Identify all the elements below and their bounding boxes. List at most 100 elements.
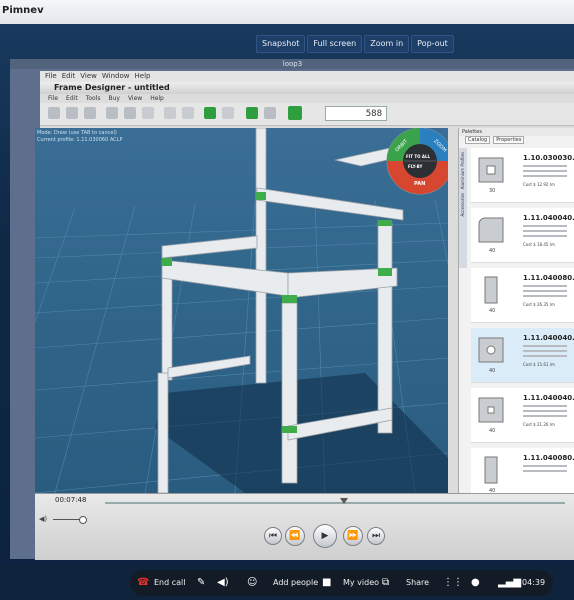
designer-title: Frame Designer - untitled <box>40 82 574 94</box>
buy-icon[interactable] <box>288 106 302 120</box>
profile-code: 1.10.030030.4 <box>523 154 574 162</box>
profile-item[interactable]: 1.11.040040.2 Cost $ 18.45 /m 40 <box>471 208 574 263</box>
add-people-icon[interactable]: ☺ <box>247 577 257 588</box>
media-player-controls: 00:07:48 ◀) ⏮ ⏪ ▶ ⏩ ⏭ <box>35 493 574 560</box>
fullscreen-button[interactable]: Full screen <box>307 35 363 53</box>
skip-back-icon[interactable]: ⏮ <box>264 527 282 545</box>
menu-help[interactable]: Help <box>150 95 164 102</box>
profile-code: 1.11.040040.4 <box>523 334 574 342</box>
end-call-icon[interactable]: ☎ <box>137 577 149 588</box>
app-menu-edit[interactable]: Edit <box>62 72 76 80</box>
profile-cost: Cost $ 18.45 /m <box>523 242 555 247</box>
price-display: 588 <box>325 106 387 121</box>
app-menu-file[interactable]: File <box>45 72 57 80</box>
palette-vertical-tabs: Aluminium Profiles Accessories <box>459 148 467 268</box>
video-camera-icon[interactable]: ■ <box>322 577 331 588</box>
signal-icon: ▂▄▆ <box>498 577 522 588</box>
volume-knob[interactable] <box>79 516 87 524</box>
profile-cost: Cost $ 15.61 /m <box>523 362 555 367</box>
app-menu-view[interactable]: View <box>80 72 97 80</box>
seek-thumb[interactable] <box>340 498 348 504</box>
app-menu-help[interactable]: Help <box>135 72 151 80</box>
edit-icon[interactable] <box>182 107 194 119</box>
designer-menu: File Edit Tools Buy View Help <box>40 94 574 103</box>
profile-dimension: 40 <box>489 248 496 254</box>
playback-time: 00:07:48 <box>55 496 87 504</box>
redo-icon[interactable] <box>222 107 234 119</box>
copy-icon[interactable] <box>66 107 78 119</box>
profile-item-selected[interactable]: 1.11.040040.4 Cost $ 15.61 /m 40 <box>471 328 574 383</box>
pop-out-button[interactable]: Pop-out <box>411 35 454 53</box>
share-screen-icon[interactable]: ⧉ <box>382 577 389 588</box>
menu-file[interactable]: File <box>48 95 58 102</box>
menu-tools[interactable]: Tools <box>86 95 101 102</box>
menu-edit[interactable]: Edit <box>66 95 78 102</box>
nav-wheel-pan[interactable]: PAN <box>414 181 425 187</box>
app-menu-window[interactable]: Window <box>102 72 130 80</box>
volume-slider[interactable] <box>53 519 81 520</box>
profile-dimension: 40 <box>489 368 496 374</box>
volume-icon[interactable]: ◀) <box>39 515 47 523</box>
profile-thumbnail <box>478 397 504 423</box>
dialpad-icon[interactable]: ⋮⋮ <box>443 577 463 588</box>
rewind-icon[interactable]: ⏪ <box>285 526 305 546</box>
shared-window-title: loop3 <box>10 59 574 69</box>
viewport-hint: Mode: Draw (use TAB to cancel) Current p… <box>37 130 122 144</box>
tab-catalog[interactable]: Catalog <box>465 136 491 144</box>
snapshot-button[interactable]: Snapshot <box>256 35 306 53</box>
tab-properties[interactable]: Properties <box>493 136 525 144</box>
profile-cost: Cost $ 26.35 /m <box>523 302 555 307</box>
palette-tabs: Catalog Properties <box>459 136 574 144</box>
call-duration: 04:39 <box>522 578 546 587</box>
profile-dimension: 40 <box>489 428 496 434</box>
app-menu-bar: File Edit View Window Help <box>40 71 574 82</box>
profile-cost: Cost $ 12.92 /m <box>523 182 555 187</box>
zoom-in-button[interactable]: Zoom in <box>364 35 410 53</box>
nav-wheel-flyby[interactable]: FLY-BY <box>408 164 422 169</box>
3d-viewport[interactable]: Mode: Draw (use TAB to cancel) Current p… <box>35 128 448 493</box>
undo-icon[interactable] <box>204 107 216 119</box>
menu-buy[interactable]: Buy <box>108 95 119 102</box>
play-icon[interactable]: ▶ <box>313 524 337 548</box>
tab-aluminium-profiles[interactable]: Aluminium Profiles <box>460 152 465 189</box>
speaker-icon[interactable]: ◀) <box>217 577 229 588</box>
fast-forward-icon[interactable]: ⏩ <box>343 526 363 546</box>
profile-item[interactable]: 1.10.030030.4 Cost $ 12.92 /m 30 <box>471 148 574 203</box>
cut-icon[interactable] <box>48 107 60 119</box>
palettes-header: Palettes <box>459 128 574 136</box>
skip-forward-icon[interactable]: ⏭ <box>367 527 385 545</box>
profile-code: 1.11.040080.6 <box>523 274 574 282</box>
profile-item[interactable]: 1.11.040040.4 Cost $ 21.26 /m 40 <box>471 388 574 443</box>
measure-icon[interactable] <box>164 107 176 119</box>
share-button[interactable]: Share <box>406 578 429 587</box>
draw-frame-icon[interactable] <box>246 107 258 119</box>
viewport-hint-mode: Mode: Draw (use TAB to cancel) <box>37 130 117 136</box>
split-icon[interactable] <box>124 107 136 119</box>
profile-thumbnail <box>484 276 498 304</box>
tab-accessories[interactable]: Accessories <box>460 193 465 216</box>
profile-code: 1.11.040040.2 <box>523 214 574 222</box>
profile-thumbnail <box>478 157 504 183</box>
end-call-button[interactable]: End call <box>154 578 186 587</box>
call-controls-bar: ☎ End call ✎ ◀) ☺ Add people ■ My video … <box>130 570 553 596</box>
seek-bar[interactable] <box>105 502 565 504</box>
delete-icon[interactable] <box>106 107 118 119</box>
my-video-button[interactable]: My video <box>343 578 379 587</box>
profile-cost: Cost $ 21.26 /m <box>523 422 555 427</box>
select-icon[interactable] <box>264 107 276 119</box>
profile-code: 1.11.040080.6 <box>523 454 574 462</box>
profile-dimension: 40 <box>489 308 496 314</box>
profile-item[interactable]: 1.11.040080.6 Cost $ 26.35 /m 40 <box>471 268 574 323</box>
palettes-panel: Palettes Catalog Properties Aluminium Pr… <box>458 128 574 494</box>
settings-icon[interactable] <box>142 107 154 119</box>
mute-mic-icon[interactable]: ✎ <box>197 577 205 588</box>
nav-wheel-fit-to-all[interactable]: FIT TO ALL <box>406 154 430 159</box>
profile-thumbnail <box>478 217 504 243</box>
paste-icon[interactable] <box>84 107 96 119</box>
add-people-button[interactable]: Add people <box>273 578 318 587</box>
video-controls: Snapshot Full screen Zoom in Pop-out <box>256 35 454 53</box>
call-title-bar: Pimnev <box>0 0 574 25</box>
chat-icon[interactable]: ● <box>471 577 480 588</box>
menu-view[interactable]: View <box>128 95 142 102</box>
profile-item[interactable]: 1.11.040080.6 40 <box>471 448 574 494</box>
